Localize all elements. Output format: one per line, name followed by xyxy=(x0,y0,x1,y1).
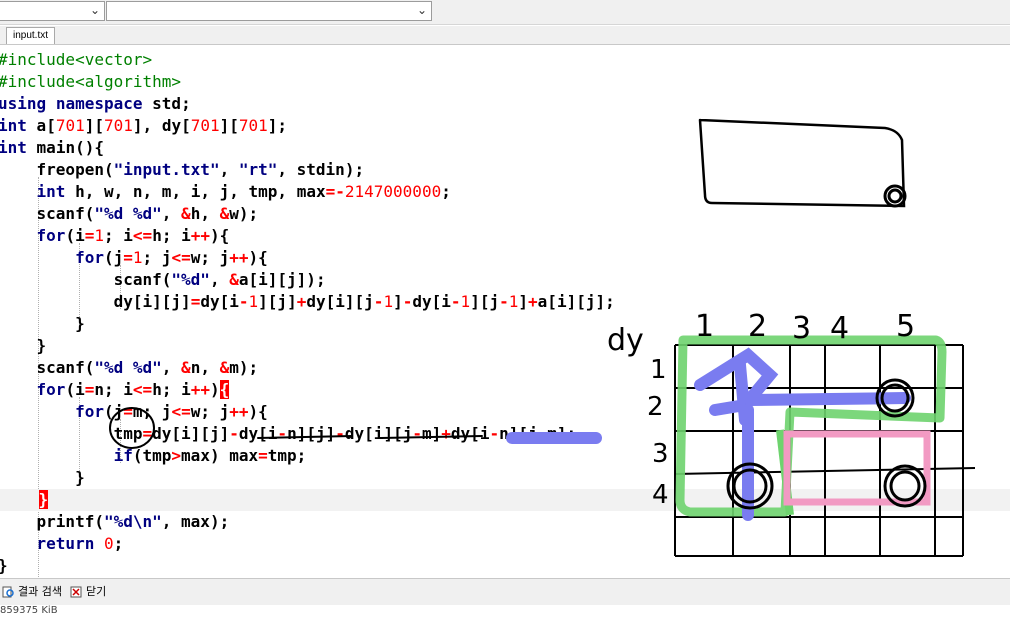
code-line: } xyxy=(0,336,47,355)
chevron-down-icon[interactable]: ⌄ xyxy=(90,3,100,17)
search-results-label: 결과 검색 xyxy=(18,585,62,598)
code-line: int h, w, n, m, i, j, tmp, max=-21470000… xyxy=(36,182,451,201)
chevron-down-icon[interactable]: ⌄ xyxy=(417,3,427,17)
close-label: 닫기 xyxy=(86,585,107,598)
code-line: #include<algorithm> xyxy=(0,72,182,91)
toolbar: ⌄ ⌄ xyxy=(0,0,1010,25)
close-panel-button[interactable]: 닫기 xyxy=(70,583,106,601)
code-line: using namespace std; xyxy=(0,94,191,113)
search-results-button[interactable]: 결과 검색 xyxy=(2,583,62,601)
code-editor[interactable]: #include<vector> #include<algorithm> using… xyxy=(0,45,1010,579)
code-line: scanf("%d %d", &n, &m); xyxy=(36,358,259,377)
code-line: for(j=m; j<=w; j++){ xyxy=(75,402,268,421)
code-line: tmp=dy[i][j]-dy[i-n][j]-dy[i][j-m]+dy[i-… xyxy=(113,424,577,443)
code-line: printf("%d\n", max); xyxy=(36,512,230,531)
code-line: for(i=1; i<=h; i++){ xyxy=(36,226,230,245)
code-line: scanf("%d %d", &h, &w); xyxy=(36,204,259,223)
bottom-panel-bar: 결과 검색 닫기 xyxy=(0,578,1010,605)
search-results-icon xyxy=(2,586,14,598)
code-line: for(i=n; i<=h; i++){ xyxy=(36,380,230,399)
code-line: dy[i][j]=dy[i-1][j]+dy[i][j-1]-dy[i-1][j… xyxy=(113,292,615,311)
function-combo[interactable]: ⌄ xyxy=(106,1,432,21)
code-line: } xyxy=(0,489,1010,511)
code-line: freopen("input.txt", "rt", stdin); xyxy=(36,160,365,179)
code-line: scanf("%d", &a[i][j]); xyxy=(113,270,326,289)
code-line: return 0; xyxy=(36,534,124,553)
tab-strip: input.txt xyxy=(0,26,1010,45)
code-line: } xyxy=(0,468,85,487)
close-icon xyxy=(70,586,82,598)
code-line: } xyxy=(0,314,85,333)
code-line: #include<vector> xyxy=(0,50,153,69)
scope-combo[interactable]: ⌄ xyxy=(0,1,105,21)
code-line: if(tmp>max) max=tmp; xyxy=(113,446,307,465)
status-bar: 859375 KiB xyxy=(0,605,1010,617)
code-line: } xyxy=(0,555,8,577)
code-line: int main(){ xyxy=(0,138,104,157)
code-line: for(j=1; j<=w; j++){ xyxy=(75,248,268,267)
tab-input-txt[interactable]: input.txt xyxy=(6,27,56,44)
code-line: int a[701][701], dy[701][701]; xyxy=(0,116,288,135)
